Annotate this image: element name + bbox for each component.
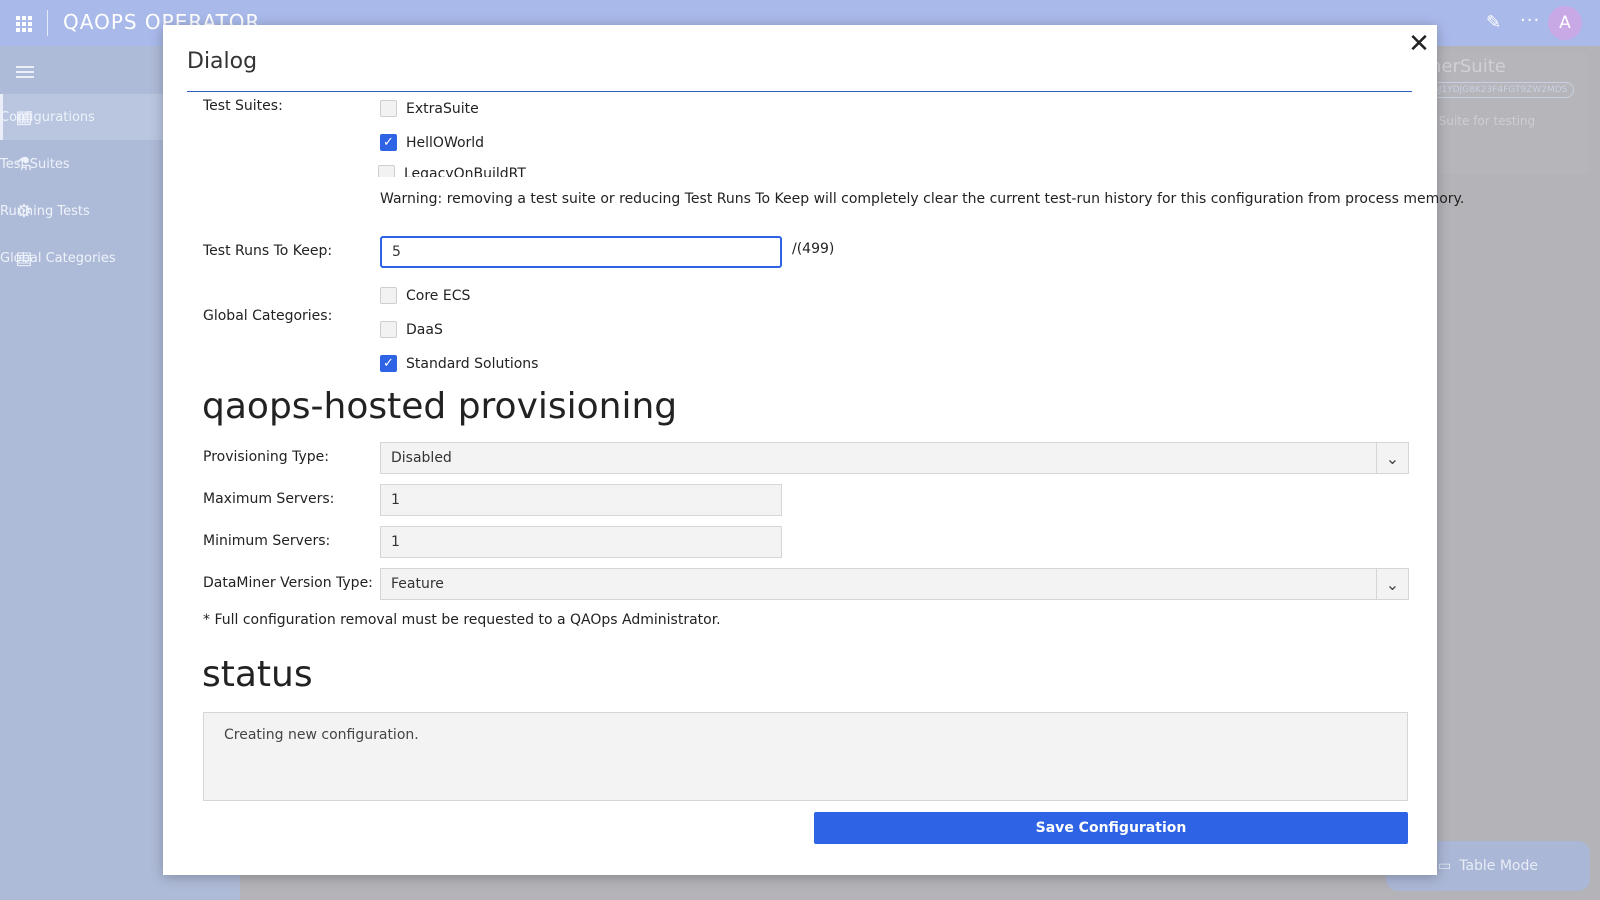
card-description: r Suite for testing [1430, 114, 1536, 128]
table-icon: ▭ [1437, 858, 1452, 874]
status-textbox[interactable]: Creating new configuration. [203, 712, 1408, 801]
removal-note: * Full configuration removal must be req… [203, 612, 721, 628]
provisioning-type-select[interactable]: Disabled ⌄ [380, 442, 1409, 474]
checkbox-unchecked[interactable] [380, 321, 397, 338]
test-suite-name: HellOWorld [406, 134, 485, 151]
test-suite-option-legacyonbuildrt[interactable]: LegacyOnBuildRT [378, 165, 526, 177]
dataminer-version-type-value: Feature [391, 576, 444, 592]
edit-icon[interactable]: ✎ [1486, 12, 1508, 34]
provisioning-heading: qaops-hosted provisioning [202, 386, 678, 427]
test-suite-name: ExtraSuite [406, 100, 479, 117]
topbar-divider [47, 10, 48, 36]
save-configuration-button[interactable]: Save Configuration [814, 812, 1408, 844]
maximum-servers-input[interactable]: 1 [380, 484, 782, 516]
card-id-badge: 6J1YDJG8K23F4FGT9ZW2MDS [1426, 82, 1575, 98]
provisioning-type-value: Disabled [391, 450, 452, 466]
category-option-core-ecs[interactable]: Core ECS [380, 287, 470, 304]
test-suites-label: Test Suites: [203, 98, 283, 114]
provisioning-type-label: Provisioning Type: [203, 449, 329, 465]
dialog-header-divider [187, 91, 1412, 92]
dialog-title: Dialog [187, 49, 258, 74]
category-option-standard-solutions[interactable]: ✓ Standard Solutions [380, 355, 538, 372]
test-suite-name: LegacyOnBuildRT [404, 165, 526, 178]
chevron-down-icon[interactable]: ⌄ [1376, 443, 1408, 473]
configuration-card: nerSuite 6J1YDJG8K23F4FGT9ZW2MDS r Suite… [1420, 52, 1588, 174]
hamburger-menu-icon[interactable] [16, 66, 34, 81]
sidebar-item-label: Running Tests [0, 203, 90, 219]
checkmark-icon[interactable]: ✓ [380, 134, 397, 151]
category-name: DaaS [406, 321, 443, 338]
status-heading: status [202, 654, 313, 695]
warning-text: Warning: removing a test suite or reduci… [380, 191, 1465, 207]
close-icon[interactable]: ✕ [1406, 31, 1432, 57]
more-options-icon[interactable]: ··· [1520, 10, 1540, 31]
checkbox-unchecked[interactable] [380, 287, 397, 304]
minimum-servers-label: Minimum Servers: [203, 533, 331, 549]
dataminer-version-type-select[interactable]: Feature ⌄ [380, 568, 1409, 600]
avatar[interactable]: A [1548, 6, 1582, 40]
sidebar-item-label: Global Categories [0, 250, 116, 266]
card-title: nerSuite [1430, 56, 1506, 77]
test-suite-option-extrasuite[interactable]: ExtraSuite [380, 100, 479, 117]
checkmark-icon[interactable]: ✓ [380, 355, 397, 372]
checkbox-unchecked[interactable] [380, 100, 397, 117]
minimum-servers-input[interactable]: 1 [380, 526, 782, 558]
category-option-daas[interactable]: DaaS [380, 321, 443, 338]
category-name: Standard Solutions [406, 355, 539, 372]
category-name: Core ECS [406, 287, 471, 304]
sidebar-item-label: Test Suites [0, 156, 70, 172]
chevron-down-icon[interactable]: ⌄ [1376, 569, 1408, 599]
maximum-servers-label: Maximum Servers: [203, 491, 335, 507]
dataminer-version-type-label: DataMiner Version Type: [203, 575, 373, 591]
test-runs-input[interactable]: 5 [380, 236, 782, 268]
test-runs-label: Test Runs To Keep: [203, 243, 333, 259]
table-mode-label: Table Mode [1459, 858, 1539, 874]
sidebar-item-label: Configurations [0, 109, 95, 125]
checkbox-unchecked[interactable] [378, 165, 395, 177]
global-categories-label: Global Categories: [203, 308, 333, 324]
test-suite-option-helloworld[interactable]: ✓ HellOWorld [380, 134, 484, 151]
test-suites-scroll-clip: LegacyOnBuildRT [378, 165, 678, 177]
app-launcher-icon[interactable] [16, 16, 32, 32]
test-runs-max: /(499) [792, 241, 835, 257]
